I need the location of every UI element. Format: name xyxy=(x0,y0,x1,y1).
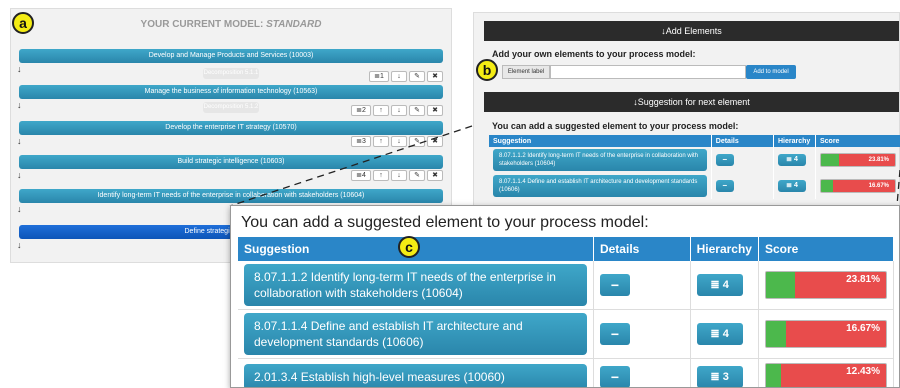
hierarchy-icon: ≣ xyxy=(710,279,720,291)
hierarchy-level: 4 xyxy=(722,279,729,291)
score-value: 16.67% xyxy=(846,323,880,334)
connector-line xyxy=(229,125,473,207)
hierarchy-level: 4 xyxy=(722,328,729,340)
score-fill xyxy=(766,363,781,387)
score-fill xyxy=(766,272,795,298)
table-row: 8.07.1.1.4 Define and establish IT archi… xyxy=(238,310,894,359)
score-bar: 23.81% xyxy=(765,271,887,299)
hierarchy-button[interactable]: ≣ 4 xyxy=(696,274,743,296)
hierarchy-button[interactable]: ≣ 3 xyxy=(696,365,743,387)
table-row: 2.01.3.4 Establish high-level measures (… xyxy=(238,359,894,387)
callout-c: c xyxy=(398,236,420,258)
score-bar: 12.43% xyxy=(765,362,887,387)
suggestion-item[interactable]: 2.01.3.4 Establish high-level measures (… xyxy=(244,363,587,387)
column-header: Details xyxy=(593,237,691,261)
zoom-title: You can add a suggested element to your … xyxy=(241,214,649,231)
hierarchy-button[interactable]: ≣ 4 xyxy=(696,323,743,345)
suggestion-item[interactable]: 8.07.1.1.4 Define and establish IT archi… xyxy=(244,313,587,355)
score-value: 23.81% xyxy=(846,274,880,285)
hierarchy-level: 3 xyxy=(722,370,729,383)
details-button[interactable]: − xyxy=(599,365,630,387)
hierarchy-icon: ≣ xyxy=(710,328,720,340)
score-value: 12.43% xyxy=(846,365,880,377)
hierarchy-icon: ≣ xyxy=(710,370,720,383)
details-icon: − xyxy=(610,326,620,342)
table-row: 8.07.1.1.2 Identify long-term IT needs o… xyxy=(238,261,894,310)
details-button[interactable]: − xyxy=(599,323,630,345)
zoomed-suggestion-panel: You can add a suggested element to your … xyxy=(230,205,900,388)
details-button[interactable]: − xyxy=(599,274,630,296)
score-fill xyxy=(766,321,786,347)
suggestion-table-large: Suggestion Details Hierarchy Score 8.07.… xyxy=(238,237,894,387)
score-bar: 16.67% xyxy=(765,320,887,348)
column-header: Score xyxy=(759,237,894,261)
suggestion-item[interactable]: 8.07.1.1.2 Identify long-term IT needs o… xyxy=(244,264,587,306)
details-icon: − xyxy=(610,368,620,385)
column-header: Hierarchy xyxy=(690,237,759,261)
details-icon: − xyxy=(610,277,620,293)
